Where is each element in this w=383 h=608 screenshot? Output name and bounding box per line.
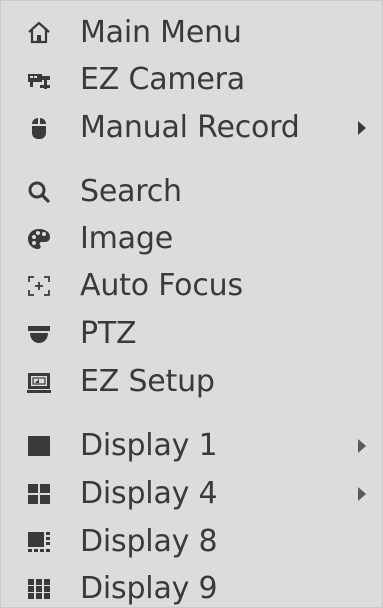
- menu-item-ptz[interactable]: PTZ: [1, 312, 382, 356]
- menu-item-label: PTZ: [80, 316, 137, 351]
- home-icon: [28, 21, 50, 44]
- submenu-arrow-icon: [358, 121, 366, 135]
- display-8-icon: [28, 532, 50, 552]
- menu-item-manual-record[interactable]: Manual Record: [1, 106, 382, 150]
- display-9-icon: [28, 579, 50, 599]
- display-4-icon: [28, 484, 50, 504]
- menu-item-display-1[interactable]: Display 1: [1, 424, 382, 468]
- menu-item-label: EZ Setup: [80, 364, 215, 399]
- menu-item-image[interactable]: Image: [1, 217, 382, 261]
- submenu-arrow-icon: [358, 487, 366, 501]
- mouse-icon: [32, 118, 46, 139]
- menu-item-label: Main Menu: [80, 15, 242, 50]
- menu-item-main-menu[interactable]: Main Menu: [1, 11, 382, 55]
- menu-item-display-8[interactable]: Display 8: [1, 520, 382, 564]
- menu-item-label: Manual Record: [80, 110, 300, 145]
- menu-item-label: Image: [80, 221, 173, 256]
- menu-item-auto-focus[interactable]: Auto Focus: [1, 264, 382, 308]
- context-menu: Main Menu EZ Camera Manual Record Search: [0, 0, 383, 608]
- menu-item-search[interactable]: Search: [1, 170, 382, 214]
- menu-item-label: EZ Camera: [80, 62, 245, 97]
- menu-item-label: Display 8: [80, 524, 218, 559]
- palette-icon: [28, 229, 50, 249]
- menu-item-label: Display 4: [80, 476, 218, 511]
- menu-item-label: Search: [80, 174, 182, 209]
- menu-item-ez-setup[interactable]: EZ Setup: [1, 360, 382, 404]
- display-1-icon: [28, 436, 50, 456]
- menu-item-display-9[interactable]: Display 9: [1, 567, 382, 607]
- menu-item-label: Display 1: [80, 428, 218, 463]
- monitor-icon: [27, 373, 51, 393]
- search-icon: [28, 181, 50, 203]
- menu-item-label: Auto Focus: [80, 268, 243, 303]
- camera-icon: [28, 74, 50, 89]
- menu-item-display-4[interactable]: Display 4: [1, 472, 382, 516]
- menu-item-label: Display 9: [80, 571, 218, 606]
- ptz-dome-icon: [28, 326, 50, 343]
- focus-icon: [28, 276, 50, 296]
- submenu-arrow-icon: [358, 439, 366, 453]
- menu-item-ez-camera[interactable]: EZ Camera: [1, 58, 382, 102]
